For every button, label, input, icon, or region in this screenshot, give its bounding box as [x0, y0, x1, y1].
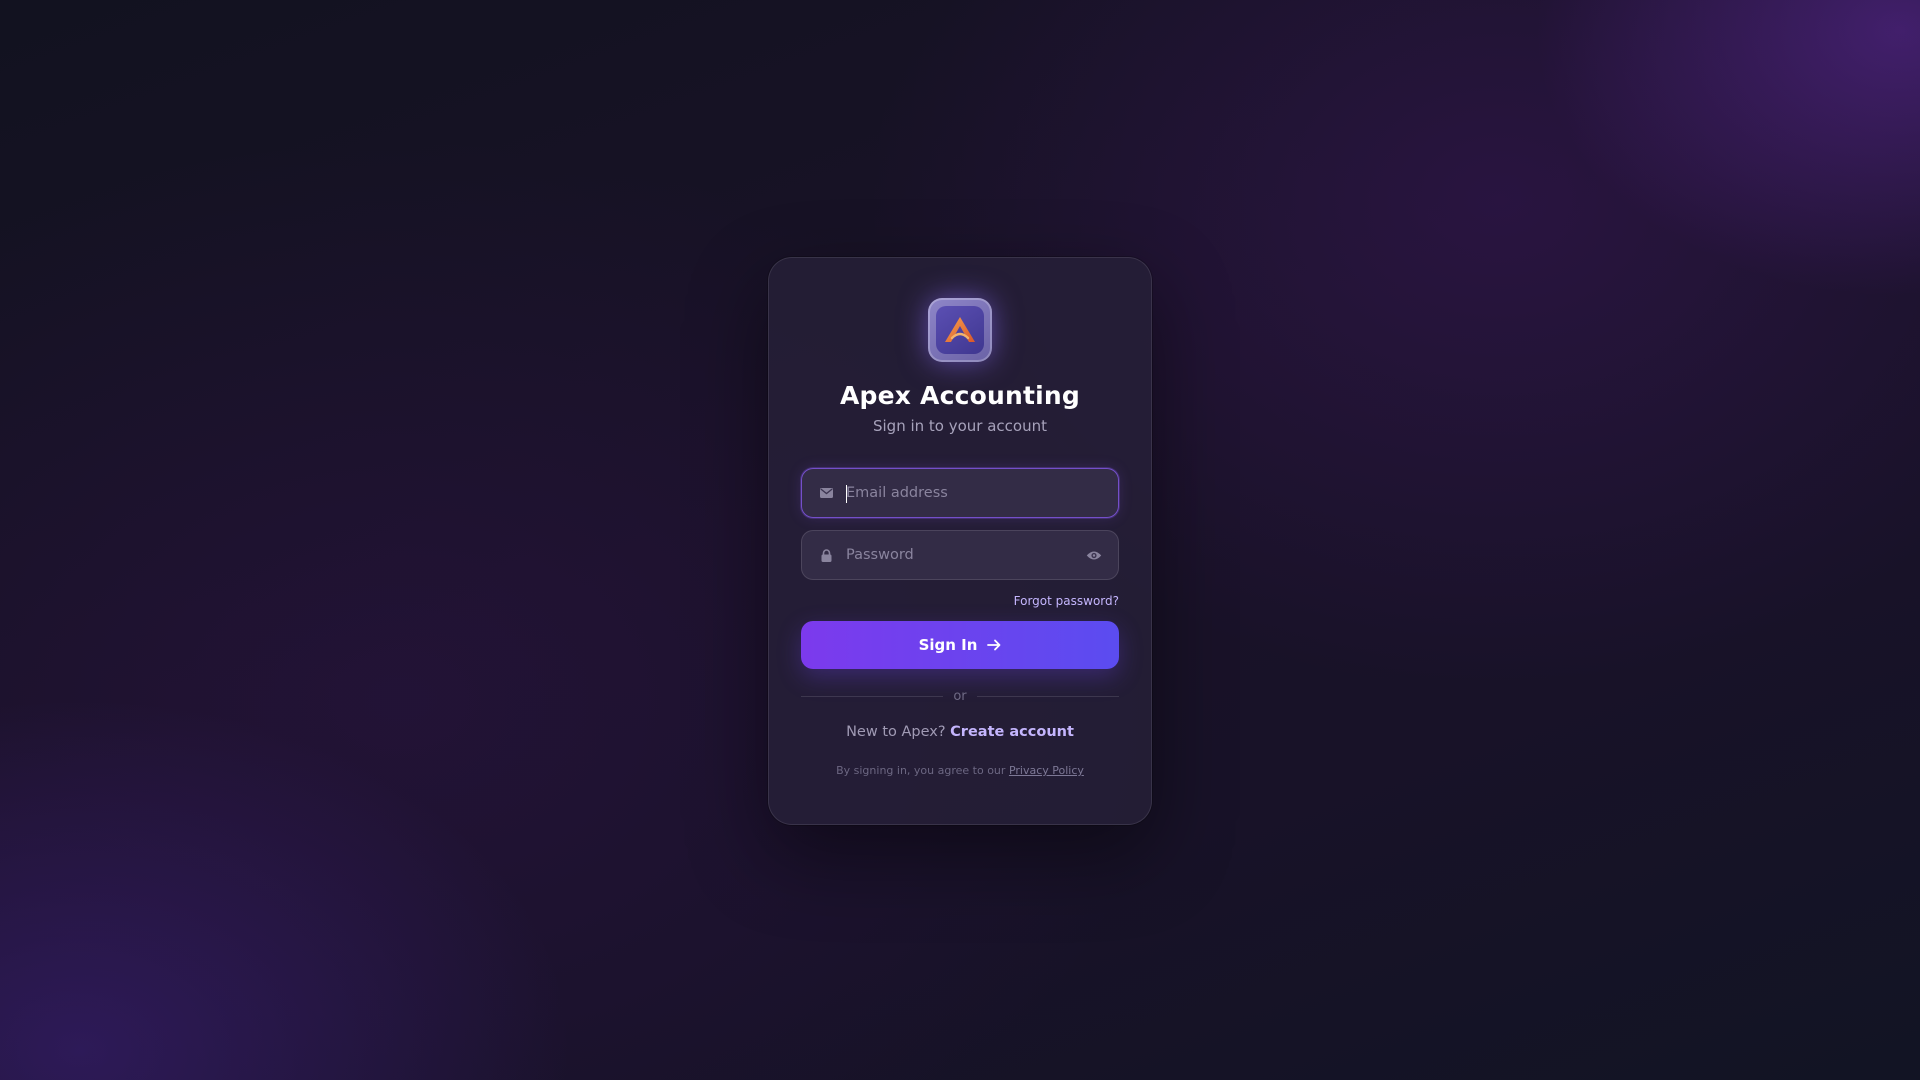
or-divider: or [801, 689, 1119, 704]
password-field[interactable] [801, 530, 1119, 580]
app-logo [928, 298, 992, 362]
legal-text: By signing in, you agree to our [836, 764, 1006, 777]
privacy-policy-link[interactable]: Privacy Policy [1009, 764, 1084, 777]
create-account-link[interactable]: Create account [950, 724, 1074, 740]
divider-line [801, 696, 944, 697]
page-subtitle: Sign in to your account [872, 417, 1047, 435]
text-cursor [846, 485, 847, 503]
divider-line [976, 696, 1119, 697]
email-field[interactable] [801, 468, 1119, 518]
eye-icon[interactable] [1084, 545, 1104, 565]
forgot-row: Forgot password? [801, 592, 1119, 609]
email-input[interactable] [834, 469, 1118, 517]
arrow-right-icon [987, 639, 1001, 651]
legal-notice: By signing in, you agree to our Privacy … [801, 764, 1119, 777]
divider-label: or [953, 689, 967, 704]
signup-prompt: New to Apex? Create account [801, 724, 1119, 740]
apex-logo-icon [936, 306, 984, 354]
app-title: Apex Accounting [840, 381, 1080, 410]
signup-prompt-text: New to Apex? [846, 724, 946, 740]
sign-in-label: Sign In [918, 636, 978, 654]
mail-icon [818, 485, 834, 501]
forgot-password-link[interactable]: Forgot password? [1014, 594, 1119, 608]
login-card: Apex Accounting Sign in to your account [768, 257, 1152, 825]
sign-in-button[interactable]: Sign In [801, 621, 1119, 669]
lock-icon [818, 547, 834, 563]
password-input[interactable] [834, 531, 1084, 579]
